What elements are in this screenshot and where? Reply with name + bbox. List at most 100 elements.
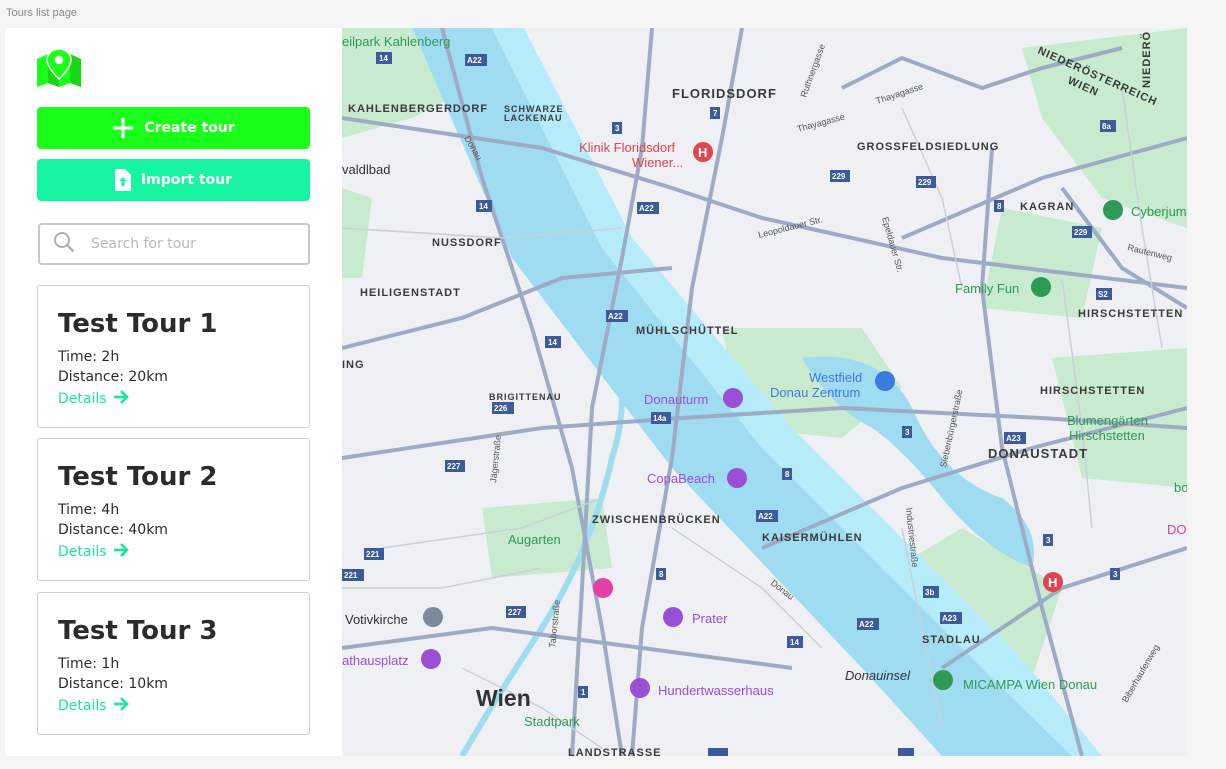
svg-text:NUSSDORF: NUSSDORF xyxy=(432,237,502,249)
svg-text:8a: 8a xyxy=(1102,122,1111,131)
tour-distance: Distance: 20km xyxy=(58,369,168,385)
tour-title: Test Tour 2 xyxy=(58,462,218,492)
svg-text:A23: A23 xyxy=(1006,434,1021,443)
svg-text:3: 3 xyxy=(905,428,910,437)
svg-text:Stadtpark: Stadtpark xyxy=(524,714,580,729)
tour-distance: Distance: 40km xyxy=(58,522,168,538)
tour-card[interactable]: Test Tour 2 Time: 4h Distance: 40km Deta… xyxy=(37,438,310,581)
tour-time: Time: 1h xyxy=(58,656,120,672)
svg-text:227: 227 xyxy=(447,462,461,471)
create-tour-label: Create tour xyxy=(144,120,235,136)
svg-text:Hirschstetten: Hirschstetten xyxy=(1069,428,1145,443)
svg-text:A22: A22 xyxy=(758,512,773,521)
svg-text:3: 3 xyxy=(615,124,620,133)
svg-text:H: H xyxy=(698,145,707,160)
map-canvas[interactable]: FLORIDSDORF KAHLENBERGERDORF SCHWARZE LA… xyxy=(342,28,1187,756)
svg-text:LACKENAU: LACKENAU xyxy=(504,113,563,123)
import-tour-button[interactable]: Import tour xyxy=(37,159,310,201)
search-icon xyxy=(40,231,75,257)
svg-text:Prater: Prater xyxy=(692,611,728,626)
svg-text:1: 1 xyxy=(581,688,586,697)
svg-text:S2: S2 xyxy=(1098,290,1108,299)
tour-time: Time: 4h xyxy=(58,502,120,518)
svg-text:NIEDERÖ: NIEDERÖ xyxy=(1140,31,1153,88)
svg-text:Hundertwasserhaus: Hundertwasserhaus xyxy=(658,683,774,698)
svg-text:Donauturm: Donauturm xyxy=(644,392,708,407)
search-box[interactable] xyxy=(38,223,310,265)
svg-text:LANDSTRASSE: LANDSTRASSE xyxy=(568,747,662,756)
map[interactable]: FLORIDSDORF KAHLENBERGERDORF SCHWARZE LA… xyxy=(342,28,1187,756)
svg-text:Wien: Wien xyxy=(476,685,531,711)
svg-text:8: 8 xyxy=(659,570,664,579)
svg-text:A22: A22 xyxy=(859,620,874,629)
tour-card[interactable]: Test Tour 3 Time: 1h Distance: 10km Deta… xyxy=(37,592,310,735)
svg-text:3: 3 xyxy=(1113,570,1118,579)
create-tour-button[interactable]: Create tour xyxy=(37,107,310,149)
svg-text:A22: A22 xyxy=(639,204,654,213)
svg-text:ING: ING xyxy=(342,359,365,371)
svg-text:FLORIDSDORF: FLORIDSDORF xyxy=(672,86,777,101)
svg-text:STADLAU: STADLAU xyxy=(922,634,981,646)
svg-text:14a: 14a xyxy=(653,414,667,423)
svg-text:14: 14 xyxy=(479,202,488,211)
svg-text:H: H xyxy=(1048,575,1057,590)
svg-text:HIRSCHSTETTEN: HIRSCHSTETTEN xyxy=(1040,385,1145,397)
file-upload-icon xyxy=(114,169,131,191)
arrow-right-icon xyxy=(113,543,129,561)
svg-text:14: 14 xyxy=(548,338,557,347)
svg-text:ZWISCHENBRÜCKEN: ZWISCHENBRÜCKEN xyxy=(592,513,721,526)
svg-text:valdlbad: valdlbad xyxy=(342,162,390,177)
svg-text:A23: A23 xyxy=(942,614,957,623)
svg-text:229: 229 xyxy=(918,178,932,187)
svg-text:Donau Zentrum: Donau Zentrum xyxy=(770,385,860,400)
svg-text:14: 14 xyxy=(379,54,388,63)
svg-text:DORM: DORM xyxy=(1167,522,1187,537)
search-input[interactable] xyxy=(89,235,293,253)
svg-text:bo: bo xyxy=(1174,480,1187,495)
import-tour-label: Import tour xyxy=(140,172,233,188)
tour-time: Time: 2h xyxy=(58,349,120,365)
svg-text:227: 227 xyxy=(508,608,522,617)
tour-details-link[interactable]: Details xyxy=(58,697,129,715)
svg-text:Westfield: Westfield xyxy=(809,370,862,385)
tour-details-link[interactable]: Details xyxy=(58,543,129,561)
details-label: Details xyxy=(58,391,107,407)
svg-text:Blumengärten: Blumengärten xyxy=(1067,413,1148,428)
svg-text:Wiener...: Wiener... xyxy=(632,155,683,170)
svg-text:HIRSCHSTETTEN: HIRSCHSTETTEN xyxy=(1078,308,1183,320)
svg-text:Cyberjum: Cyberjum xyxy=(1131,204,1187,219)
svg-text:8: 8 xyxy=(997,202,1002,211)
svg-text:MÜHLSCHÜTTEL: MÜHLSCHÜTTEL xyxy=(636,324,738,337)
svg-text:A22: A22 xyxy=(608,312,623,321)
svg-text:MICAMPA Wien Donau: MICAMPA Wien Donau xyxy=(963,677,1097,692)
svg-text:229: 229 xyxy=(832,172,846,181)
svg-text:athausplatz: athausplatz xyxy=(342,653,409,668)
tour-distance: Distance: 10km xyxy=(58,676,168,692)
svg-text:221: 221 xyxy=(344,571,358,580)
frame-label: Tours list page xyxy=(6,7,77,19)
tour-title: Test Tour 1 xyxy=(58,309,218,339)
details-label: Details xyxy=(58,698,107,714)
tour-details-link[interactable]: Details xyxy=(58,390,129,408)
svg-text:HEILIGENSTADT: HEILIGENSTADT xyxy=(360,287,461,299)
svg-text:DONAUSTADT: DONAUSTADT xyxy=(988,446,1088,461)
tours-list-page: Create tour Import tour Test Tour 1 Time… xyxy=(5,28,1187,756)
tour-card[interactable]: Test Tour 1 Time: 2h Distance: 20km Deta… xyxy=(37,285,310,428)
svg-text:229: 229 xyxy=(1074,228,1088,237)
svg-text:GROSSFELDSIEDLUNG: GROSSFELDSIEDLUNG xyxy=(857,141,999,153)
svg-text:221: 221 xyxy=(366,550,380,559)
svg-text:CopaBeach: CopaBeach xyxy=(647,471,715,486)
svg-text:8: 8 xyxy=(785,470,790,479)
svg-text:Augarten: Augarten xyxy=(508,532,561,547)
tour-title: Test Tour 3 xyxy=(58,616,218,646)
svg-text:KAGRAN: KAGRAN xyxy=(1020,201,1074,213)
sidebar: Create tour Import tour Test Tour 1 Time… xyxy=(5,28,342,756)
svg-text:3b: 3b xyxy=(925,588,934,597)
svg-text:Donauinsel: Donauinsel xyxy=(845,668,911,683)
arrow-right-icon xyxy=(113,390,129,408)
svg-text:BRIGITTENAU: BRIGITTENAU xyxy=(489,392,562,402)
svg-text:KAISERMÜHLEN: KAISERMÜHLEN xyxy=(762,531,863,544)
map-pin-icon xyxy=(37,48,81,87)
svg-text:Family Fun: Family Fun xyxy=(955,281,1019,296)
svg-text:Klinik Floridsdorf: Klinik Floridsdorf xyxy=(579,140,675,155)
